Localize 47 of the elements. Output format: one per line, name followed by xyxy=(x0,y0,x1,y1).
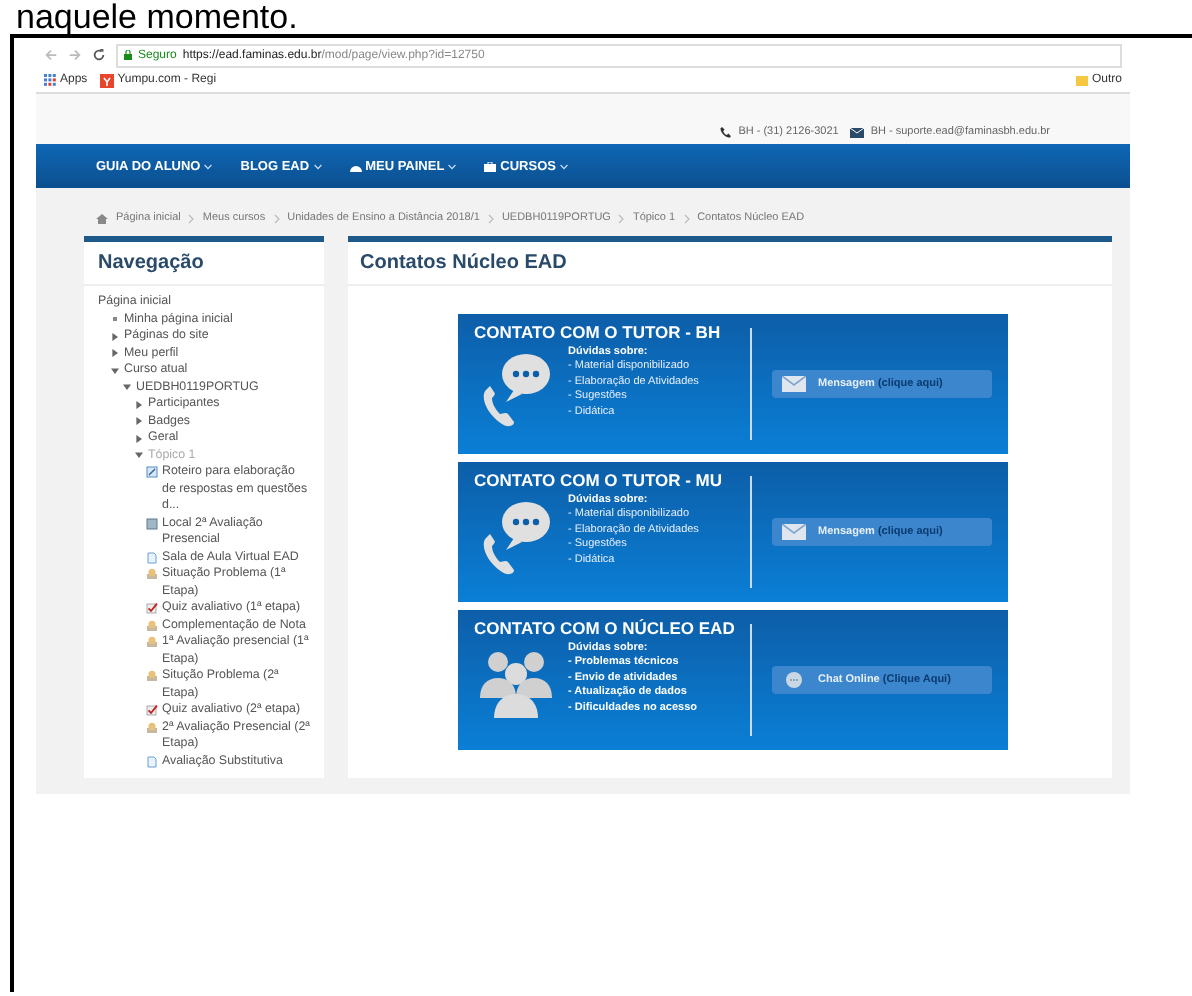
assignment-icon xyxy=(146,619,158,631)
reload-icon[interactable] xyxy=(92,48,106,62)
page-title: Contatos Núcleo EAD xyxy=(348,242,1112,286)
panel-title: Navegação xyxy=(84,242,324,286)
collapsed-arrow-icon[interactable] xyxy=(110,331,120,341)
breadcrumb-separator-icon xyxy=(683,213,690,223)
folder-icon xyxy=(1075,74,1088,86)
breadcrumb-separator-icon xyxy=(188,213,195,223)
dashboard-icon xyxy=(349,161,362,171)
link-icon xyxy=(146,466,158,478)
envelope-icon xyxy=(782,376,806,392)
caret-icon xyxy=(559,163,568,169)
phone-icon xyxy=(720,126,733,138)
caret-icon xyxy=(448,163,457,169)
collapsed-arrow-icon[interactable] xyxy=(134,433,144,443)
page-icon xyxy=(146,551,158,563)
collapsed-arrow-icon[interactable] xyxy=(110,348,120,358)
assignment-icon xyxy=(146,670,158,682)
apps-grid-icon xyxy=(44,74,56,86)
quiz-icon xyxy=(146,602,158,614)
lock-icon xyxy=(124,50,132,60)
quiz-icon xyxy=(146,704,158,716)
speech-bubble-icon xyxy=(782,672,806,688)
caret-icon xyxy=(313,163,322,169)
home-icon xyxy=(96,213,108,223)
card-title: CONTATO COM O TUTOR - MU xyxy=(474,470,725,490)
breadcrumb-separator-icon xyxy=(487,213,494,223)
breadcrumb-separator-icon xyxy=(618,213,625,223)
site-favicon-icon xyxy=(99,73,114,87)
collapsed-arrow-icon[interactable] xyxy=(134,416,144,426)
expanded-arrow-icon[interactable] xyxy=(122,382,132,392)
envelope-icon xyxy=(782,524,806,540)
card-title: CONTATO COM O TUTOR - BH xyxy=(474,322,723,342)
assignment-icon xyxy=(146,568,158,580)
assignment-icon xyxy=(146,636,158,648)
breadcrumb-separator-icon xyxy=(273,213,280,223)
envelope-icon xyxy=(850,127,865,137)
briefcase-icon xyxy=(484,161,497,171)
collapsed-arrow-icon[interactable] xyxy=(134,399,144,409)
caret-icon xyxy=(204,163,213,169)
card-title: CONTATO COM O NÚCLEO EAD xyxy=(474,618,734,638)
page-icon xyxy=(146,755,158,767)
expanded-arrow-icon[interactable] xyxy=(134,450,144,460)
resource-icon xyxy=(146,517,158,529)
document-text: naquele momento. xyxy=(14,0,300,34)
expanded-arrow-icon[interactable] xyxy=(110,365,120,375)
assignment-icon xyxy=(146,721,158,733)
